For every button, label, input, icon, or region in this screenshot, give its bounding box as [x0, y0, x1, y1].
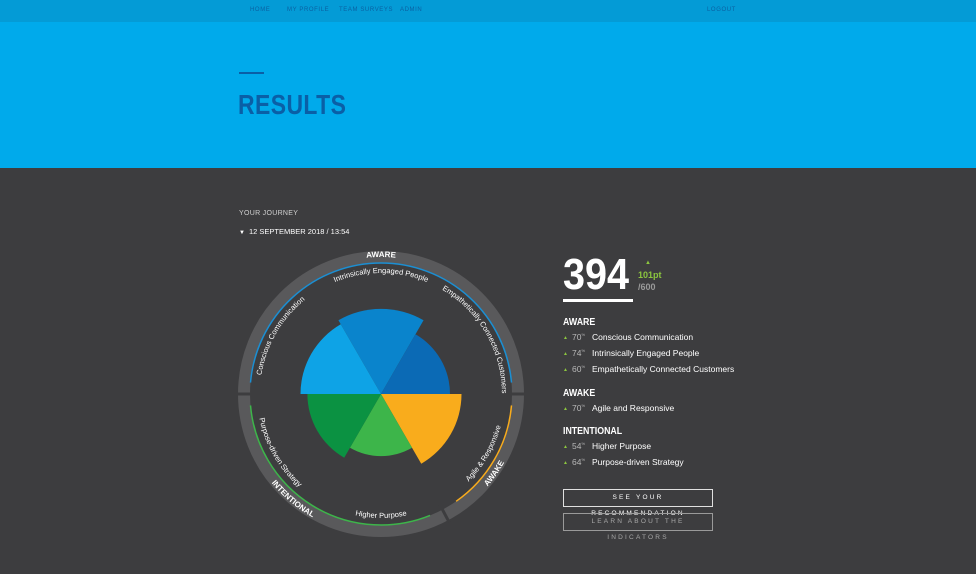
learn-indicators-button[interactable]: LEARN ABOUT THE INDICATORS: [563, 513, 713, 541]
pct-suffix: %: [581, 348, 586, 353]
triangle-up-icon: ▲: [563, 406, 568, 412]
top-nav: HOME MY PROFILE TEAM SURVEYS ADMIN LOGOU…: [0, 0, 976, 22]
logout-link[interactable]: LOGOUT: [707, 7, 736, 13]
pct-suffix: %: [581, 457, 586, 462]
nav-my-profile[interactable]: MY PROFILE: [287, 7, 329, 13]
caret-down-icon: ▼: [239, 230, 245, 236]
indicator-label: Empathetically Connected Customers: [592, 364, 735, 374]
indicator-row: ▲ 60% Empathetically Connected Customers: [563, 364, 734, 374]
group-label: INTENTIONAL: [270, 478, 316, 519]
group-label: AWARE: [366, 250, 397, 260]
indicator-label: Purpose-driven Strategy: [592, 457, 684, 467]
triangle-up-icon: ▲: [563, 444, 568, 450]
indicator-row: ▲ 70% Conscious Communication: [563, 332, 693, 342]
indicator-row: ▲ 70% Agile and Responsive: [563, 403, 674, 413]
triangle-up-icon: ▲: [563, 335, 568, 341]
indicator-row: ▲ 64% Purpose-driven Strategy: [563, 457, 684, 467]
pct-suffix: %: [581, 441, 586, 446]
triangle-up-icon: ▲: [563, 351, 568, 357]
triangle-up-icon: ▲: [645, 260, 651, 266]
indicator-label: Agile and Responsive: [592, 403, 675, 413]
group-title-aware: AWARE: [563, 317, 596, 328]
segment-label: Intrinsically Engaged People: [332, 266, 430, 284]
indicator-label: Conscious Communication: [592, 332, 694, 342]
journey-date-selector[interactable]: ▼ 12 SEPTEMBER 2018 / 13:54: [239, 227, 349, 236]
group-title-awake: AWAKE: [563, 388, 596, 399]
triangle-up-icon: ▲: [563, 460, 568, 466]
segment-label: Higher Purpose: [355, 508, 408, 520]
indicator-label: Intrinsically Engaged People: [592, 348, 700, 358]
nav-admin[interactable]: ADMIN: [400, 7, 422, 13]
pct-suffix: %: [581, 403, 586, 408]
group-title-intentional: INTENTIONAL: [563, 426, 623, 437]
pct-suffix: %: [581, 364, 586, 369]
journey-date-text: 12 SEPTEMBER 2018 / 13:54: [248, 227, 350, 236]
journey-label: YOUR JOURNEY: [239, 210, 299, 217]
score-value: 394: [563, 250, 630, 299]
nav-home[interactable]: HOME: [250, 7, 270, 13]
score-underline: [563, 299, 633, 302]
hero-banner: RESULTS: [0, 22, 976, 168]
indicator-row: ▲ 54% Higher Purpose: [563, 441, 651, 451]
title-rule: [239, 72, 264, 74]
indicator-label: Higher Purpose: [592, 441, 652, 451]
nav-team-surveys[interactable]: TEAM SURVEYS: [339, 7, 393, 13]
results-wheel: Intrinsically Engaged PeopleEmpathetical…: [236, 250, 526, 537]
score-delta: 101pt: [638, 270, 662, 280]
page-title: RESULTS: [238, 89, 347, 120]
pct-suffix: %: [581, 332, 586, 337]
score-max: /600: [638, 282, 656, 292]
triangle-up-icon: ▲: [563, 367, 568, 373]
see-recommendation-button[interactable]: SEE YOUR RECOMMENDATION: [563, 489, 713, 517]
indicator-row: ▲ 74% Intrinsically Engaged People: [563, 348, 699, 358]
